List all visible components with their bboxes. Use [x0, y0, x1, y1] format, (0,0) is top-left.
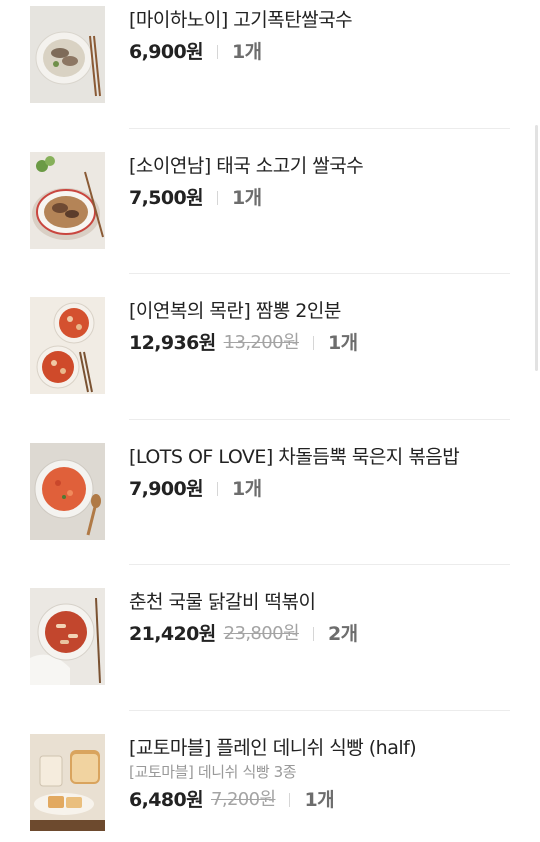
item-price: 12,936원 [129, 332, 216, 354]
separator [216, 45, 218, 59]
item-info: [교토마블] 플레인 데니쉬 식빵 (half) [교토마블] 데니쉬 식빵 3… [129, 734, 510, 812]
item-divider [129, 273, 510, 274]
item-quantity: 1개 [231, 187, 262, 209]
item-title[interactable]: [소이연남] 태국 소고기 쌀국수 [129, 154, 510, 178]
price-row: 6,480원 7,200원 1개 [129, 788, 510, 812]
scrollbar[interactable] [535, 125, 538, 371]
item-info: [이연복의 목란] 짬뽕 2인분 12,936원 13,200원 1개 [129, 297, 510, 355]
item-price: 7,500원 [129, 187, 204, 209]
separator [216, 482, 218, 496]
item-title[interactable]: [교토마블] 플레인 데니쉬 식빵 (half) [129, 736, 510, 760]
product-image-danish-bread[interactable] [30, 734, 105, 831]
item-quantity: 1개 [304, 789, 334, 811]
item-price: 7,900원 [129, 478, 204, 500]
item-divider [129, 128, 510, 129]
separator [289, 793, 291, 807]
item-divider [129, 564, 510, 565]
product-image-kimchi-fried-rice[interactable] [30, 443, 105, 540]
item-title[interactable]: 춘천 국물 닭갈비 떡볶이 [129, 590, 510, 614]
price-row: 12,936원 13,200원 1개 [129, 331, 510, 355]
price-row: 21,420원 23,800원 2개 [129, 622, 510, 646]
item-info: 춘천 국물 닭갈비 떡볶이 21,420원 23,800원 2개 [129, 588, 510, 646]
item-info: [마이하노이] 고기폭탄쌀국수 6,900원 1개 [129, 6, 510, 64]
order-item[interactable]: [이연복의 목란] 짬뽕 2인분 12,936원 13,200원 1개 [30, 297, 510, 395]
item-title[interactable]: [이연복의 목란] 짬뽕 2인분 [129, 299, 510, 323]
price-row: 7,500원 1개 [129, 186, 510, 210]
item-original-price: 13,200원 [223, 332, 300, 353]
item-original-price: 23,800원 [223, 623, 300, 644]
order-item[interactable]: [마이하노이] 고기폭탄쌀국수 6,900원 1개 [30, 6, 510, 104]
product-image-dakgalbi-tteokbokki[interactable] [30, 588, 105, 685]
item-title[interactable]: [마이하노이] 고기폭탄쌀국수 [129, 8, 510, 32]
item-quantity: 2개 [327, 623, 358, 645]
item-title[interactable]: [LOTS OF LOVE] 차돌듬뿍 묵은지 볶음밥 [129, 445, 510, 469]
item-divider [129, 419, 510, 420]
price-row: 6,900원 1개 [129, 40, 510, 64]
separator [216, 191, 218, 205]
item-quantity: 1개 [231, 41, 262, 63]
item-option: [교토마블] 데니쉬 식빵 3종 [129, 763, 297, 781]
separator [312, 627, 314, 641]
product-image-beef-pho[interactable] [30, 6, 105, 103]
item-price: 21,420원 [129, 623, 216, 645]
item-price: 6,480원 [129, 789, 204, 811]
product-image-thai-beef-noodle[interactable] [30, 152, 105, 249]
price-row: 7,900원 1개 [129, 477, 510, 501]
item-divider [129, 710, 510, 711]
item-quantity: 1개 [327, 332, 358, 354]
item-price: 6,900원 [129, 41, 204, 63]
product-image-jjamppong[interactable] [30, 297, 105, 394]
item-quantity: 1개 [231, 478, 262, 500]
order-item[interactable]: [교토마블] 플레인 데니쉬 식빵 (half) [교토마블] 데니쉬 식빵 3… [30, 734, 510, 832]
item-original-price: 7,200원 [210, 789, 276, 810]
order-item[interactable]: 춘천 국물 닭갈비 떡볶이 21,420원 23,800원 2개 [30, 588, 510, 686]
item-info: [LOTS OF LOVE] 차돌듬뿍 묵은지 볶음밥 7,900원 1개 [129, 443, 510, 501]
order-item[interactable]: [LOTS OF LOVE] 차돌듬뿍 묵은지 볶음밥 7,900원 1개 [30, 443, 510, 541]
item-info: [소이연남] 태국 소고기 쌀국수 7,500원 1개 [129, 152, 510, 210]
separator [312, 336, 314, 350]
order-item[interactable]: [소이연남] 태국 소고기 쌀국수 7,500원 1개 [30, 152, 510, 250]
